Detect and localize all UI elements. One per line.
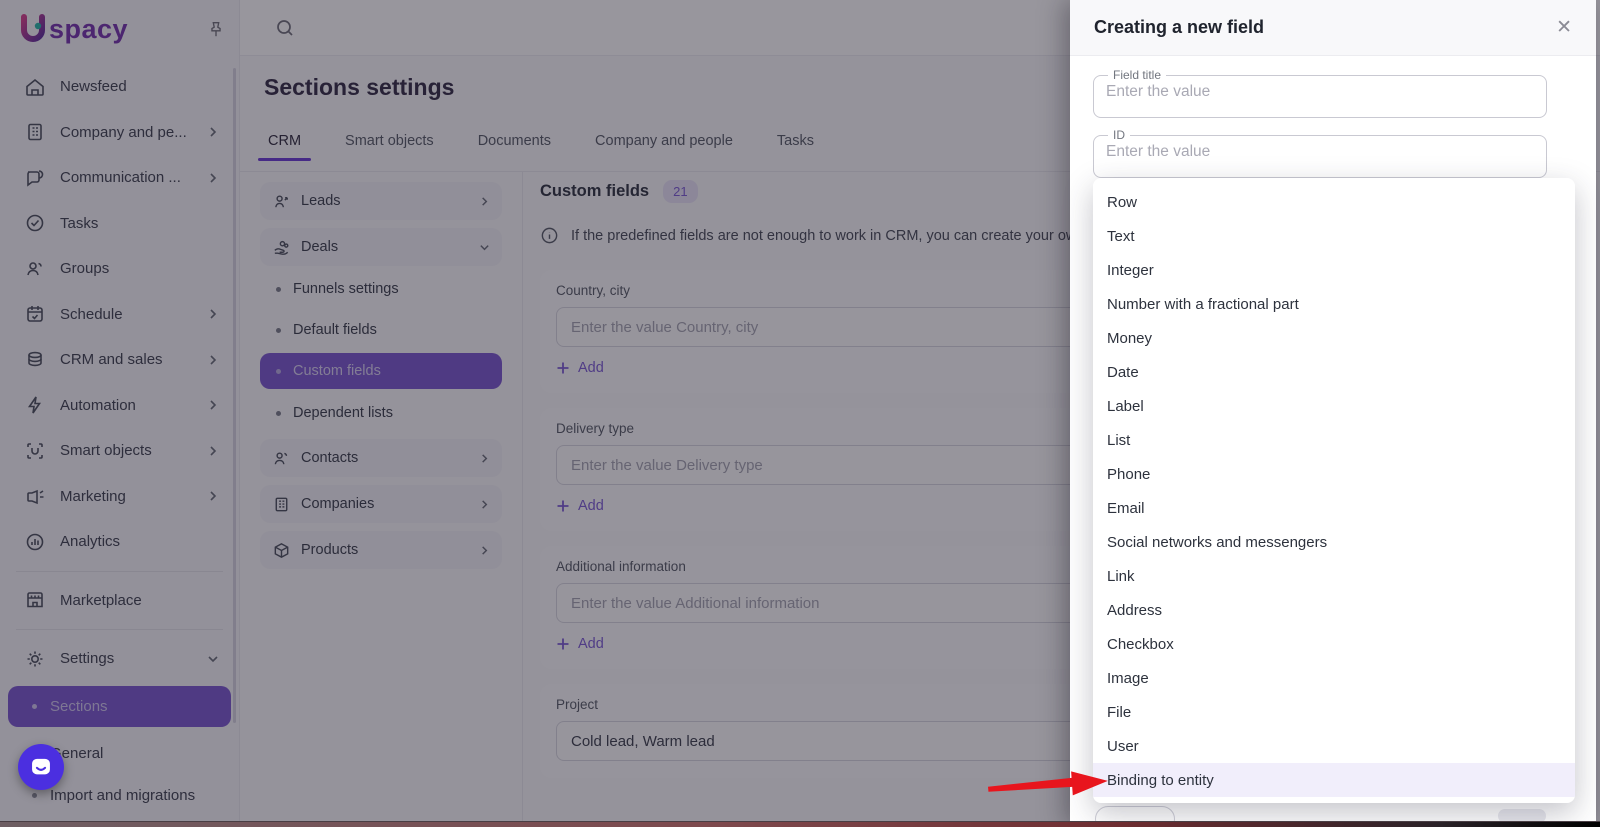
dropdown-option[interactable]: Number with a fractional part xyxy=(1093,287,1575,321)
dropdown-option[interactable]: File xyxy=(1093,695,1575,729)
dropdown-option-label: Text xyxy=(1107,227,1135,245)
window: spacy Newsfeed Company and pe... Communi… xyxy=(0,0,1600,827)
chat-icon xyxy=(28,754,54,780)
dropdown-option[interactable]: List xyxy=(1093,423,1575,457)
dropdown-option-label: Row xyxy=(1107,193,1138,211)
input-placeholder: Enter the value xyxy=(1106,143,1211,160)
dropdown-option[interactable]: Binding to entity xyxy=(1093,763,1575,797)
field-title-input[interactable]: Field title Enter the value xyxy=(1093,68,1547,118)
dropdown-option-label: Label xyxy=(1107,397,1144,415)
dropdown-option-label: Binding to entity xyxy=(1107,771,1214,789)
dropdown-option[interactable]: Image xyxy=(1093,661,1575,695)
dropdown-option-label: Social networks and messengers xyxy=(1107,533,1328,551)
input-placeholder: Enter the value xyxy=(1106,83,1211,100)
dropdown-option[interactable]: Phone xyxy=(1093,457,1575,491)
id-input[interactable]: ID Enter the value xyxy=(1093,129,1547,178)
dropdown-option[interactable]: Integer xyxy=(1093,253,1575,287)
dropdown-option-label: Image xyxy=(1107,669,1149,687)
dropdown-option[interactable]: Social networks and messengers xyxy=(1093,525,1575,559)
creating-new-field-drawer: Creating a new field ✕ Field title Enter… xyxy=(1070,0,1596,827)
dropdown-option-label: Checkbox xyxy=(1107,635,1174,653)
drawer-title: Creating a new field xyxy=(1094,17,1265,37)
dropdown-option[interactable]: Money xyxy=(1093,321,1575,355)
dropdown-option-label: Money xyxy=(1107,329,1153,347)
dropdown-option[interactable]: Checkbox xyxy=(1093,627,1575,661)
dropdown-option[interactable]: Link xyxy=(1093,559,1575,593)
dropdown-option-label: Address xyxy=(1107,601,1163,619)
dropdown-option[interactable]: Date xyxy=(1093,355,1575,389)
dropdown-option-label: File xyxy=(1107,703,1132,721)
dropdown-option[interactable]: Address xyxy=(1093,593,1575,627)
dropdown-option-label: Email xyxy=(1107,499,1145,517)
chat-widget-button[interactable] xyxy=(18,744,64,790)
dropdown-option-label: User xyxy=(1107,737,1139,755)
dropdown-option[interactable]: Row xyxy=(1093,185,1575,219)
close-icon[interactable]: ✕ xyxy=(1556,18,1572,37)
dropdown-option[interactable]: Email xyxy=(1093,491,1575,525)
dropdown-option-label: Phone xyxy=(1107,465,1151,483)
dropdown-option[interactable]: User xyxy=(1093,729,1575,763)
field-type-dropdown: Row Text Integer Number with a fractional p… xyxy=(1093,178,1575,803)
screen-bottom-edge xyxy=(0,821,1600,827)
dropdown-option-label: Link xyxy=(1107,567,1135,585)
dropdown-option[interactable]: Label xyxy=(1093,389,1575,423)
dropdown-option[interactable]: Text xyxy=(1093,219,1575,253)
dropdown-option-label: Number with a fractional part xyxy=(1107,295,1299,313)
dropdown-option-label: Integer xyxy=(1107,261,1154,279)
dropdown-option-label: List xyxy=(1107,431,1131,449)
dropdown-option-label: Date xyxy=(1107,363,1139,381)
input-label: Field title xyxy=(1113,68,1162,82)
